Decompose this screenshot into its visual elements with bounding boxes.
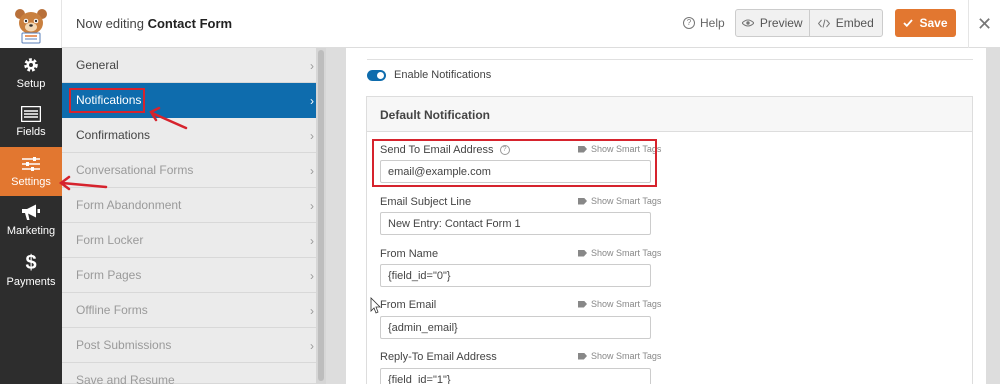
settings-item-label: Post Submissions	[76, 338, 172, 352]
code-icon	[817, 18, 830, 28]
page-title: Now editing Contact Form	[76, 16, 232, 31]
tag-icon	[578, 197, 587, 205]
settings-item-label: Save and Resume	[76, 373, 175, 384]
chevron-right-icon: ›	[310, 164, 314, 178]
chevron-right-icon: ›	[310, 339, 314, 353]
dollar-icon: $	[25, 252, 36, 272]
panel-marketing-label: Marketing	[6, 225, 56, 237]
close-icon: ✕	[976, 13, 993, 34]
bear-mascot-logo-icon	[15, 9, 47, 44]
from-email-input[interactable]	[380, 316, 651, 339]
settings-item-offline-forms[interactable]: Offline Forms ›	[62, 293, 326, 328]
enable-notifications-toggle[interactable]	[367, 69, 386, 81]
settings-item-label: Form Pages	[76, 268, 142, 282]
chevron-right-icon: ›	[310, 129, 314, 143]
email-subject-label: Email Subject Line	[380, 196, 471, 208]
notification-title: Default Notification	[367, 97, 972, 132]
settings-item-general[interactable]: General ›	[62, 48, 326, 83]
reply-to-label: Reply-To Email Address	[380, 351, 497, 363]
editing-prefix: Now editing	[76, 16, 144, 31]
sliders-icon	[22, 156, 40, 171]
show-smart-tags-link[interactable]: Show Smart Tags	[578, 351, 661, 361]
settings-item-form-locker[interactable]: Form Locker ›	[62, 223, 326, 258]
help-label: Help	[700, 16, 725, 30]
settings-item-label: Conversational Forms	[76, 163, 194, 177]
chevron-right-icon: ›	[310, 234, 314, 248]
embed-button[interactable]: Embed	[808, 10, 883, 36]
send-to-highlight-box	[372, 139, 657, 187]
preview-label: Preview	[759, 16, 803, 30]
settings-item-label: Form Abandonment	[76, 198, 182, 212]
megaphone-icon	[22, 204, 40, 220]
smart-tags-label: Show Smart Tags	[591, 351, 662, 361]
settings-item-conversational-forms[interactable]: Conversational Forms ›	[62, 153, 326, 188]
settings-item-form-abandonment[interactable]: Form Abandonment ›	[62, 188, 326, 223]
notifications-highlight-box	[69, 88, 145, 113]
smart-tags-label: Show Smart Tags	[591, 196, 662, 206]
logo	[0, 0, 62, 48]
show-smart-tags-link[interactable]: Show Smart Tags	[578, 299, 661, 309]
email-subject-input[interactable]	[380, 212, 651, 235]
tag-icon	[578, 249, 587, 257]
field-label-text: From Email	[380, 299, 437, 311]
builder-icon-panel: Setup Fields Settings Marketing $ Paymen…	[0, 48, 62, 384]
chevron-right-icon: ›	[310, 199, 314, 213]
show-smart-tags-link[interactable]: Show Smart Tags	[578, 196, 661, 206]
eye-icon	[741, 19, 754, 27]
list-icon	[21, 105, 41, 122]
checkmark-icon	[903, 19, 914, 27]
settings-item-label: Form Locker	[76, 233, 144, 247]
panel-marketing[interactable]: Marketing	[0, 196, 62, 245]
panel-setup-label: Setup	[16, 77, 46, 90]
tag-icon	[578, 300, 587, 308]
enable-notifications-row: Enable Notifications	[367, 69, 491, 81]
settings-item-label: Offline Forms	[76, 303, 148, 317]
embed-label: Embed	[835, 16, 874, 30]
chevron-right-icon: ›	[310, 304, 314, 318]
tag-icon	[578, 352, 587, 360]
enable-notifications-label: Enable Notifications	[394, 69, 492, 81]
field-label-text: From Name	[380, 248, 439, 260]
panel-payments-label: Payments	[6, 275, 56, 288]
panel-setup[interactable]: Setup	[0, 48, 62, 97]
panel-fields[interactable]: Fields	[0, 97, 62, 146]
chevron-right-icon: ›	[310, 94, 314, 108]
top-bar: Now editing Contact Form ? Help Preview …	[0, 0, 1000, 48]
chevron-right-icon: ›	[310, 269, 314, 283]
from-email-label: From Email	[380, 299, 436, 311]
preview-embed-group: Preview Embed	[735, 9, 883, 37]
settings-item-form-pages[interactable]: Form Pages ›	[62, 258, 326, 293]
panel-settings[interactable]: Settings	[0, 147, 62, 196]
smart-tags-label: Show Smart Tags	[591, 248, 662, 258]
preview-button[interactable]: Preview	[736, 10, 809, 36]
panel-payments[interactable]: $ Payments	[0, 245, 62, 294]
form-name: Contact Form	[147, 16, 233, 31]
help-button[interactable]: ? Help	[683, 16, 725, 30]
smart-tags-label: Show Smart Tags	[591, 299, 662, 309]
gear-icon	[24, 57, 38, 72]
from-name-input[interactable]	[380, 264, 651, 287]
settings-item-label: Confirmations	[76, 128, 151, 142]
divider	[367, 59, 973, 60]
show-smart-tags-link[interactable]: Show Smart Tags	[578, 248, 661, 258]
settings-item-save-and-resume[interactable]: Save and Resume	[62, 363, 326, 384]
settings-item-post-submissions[interactable]: Post Submissions ›	[62, 328, 326, 363]
close-button[interactable]: ✕	[968, 0, 1000, 48]
svg-text:$: $	[25, 252, 36, 272]
field-label-text: Email Subject Line	[380, 196, 472, 208]
panel-fields-label: Fields	[16, 125, 46, 138]
field-label-text: Reply-To Email Address	[380, 351, 497, 363]
save-button[interactable]: Save	[895, 9, 956, 37]
reply-to-input[interactable]	[380, 368, 651, 384]
chevron-right-icon: ›	[310, 59, 314, 73]
panel-settings-label: Settings	[11, 175, 51, 188]
settings-item-label: General	[76, 58, 119, 72]
from-name-label: From Name	[380, 248, 438, 260]
question-circle-icon: ?	[683, 17, 695, 29]
save-label: Save	[919, 16, 948, 30]
settings-item-confirmations[interactable]: Confirmations ›	[62, 118, 326, 153]
settings-scrollbar-thumb[interactable]	[318, 50, 324, 381]
